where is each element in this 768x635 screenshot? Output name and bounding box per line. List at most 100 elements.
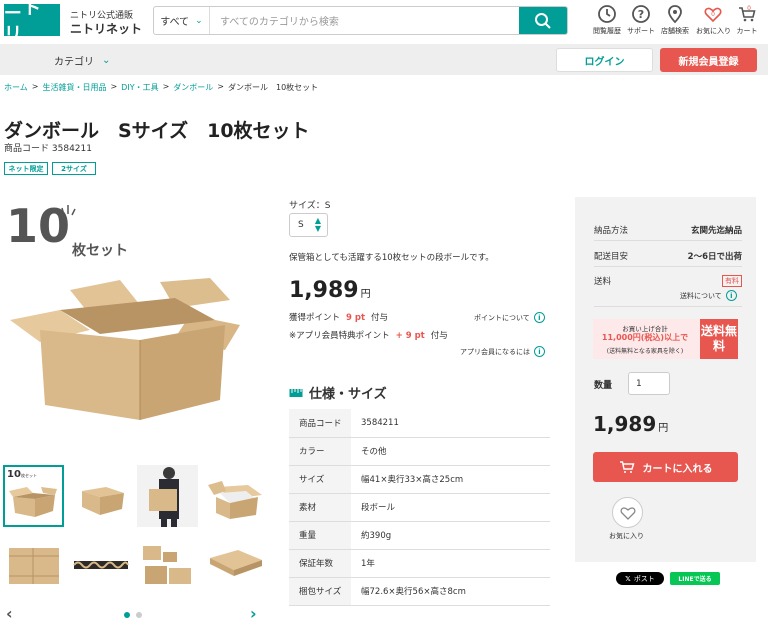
tag-sizes: 2サイズ [52,162,96,175]
thumbnail-prev-button[interactable]: ‹ [6,604,13,623]
size-select-value: S [298,220,304,230]
app-points-value: + 9 pt [395,331,425,341]
table-row: 梱包サイズ 幅72.6×奥行56×高さ8cm [289,577,550,606]
category-menu-button[interactable]: カテゴリ ⌄ [54,53,110,68]
favorites-label: お気に入り [696,27,731,35]
info-icon: i [533,312,545,323]
product-main-image[interactable] [0,270,270,430]
app-member-link[interactable]: アプリ会員になるには i [460,346,545,357]
thumbnail-8[interactable] [204,534,265,596]
line-share-button[interactable]: LINEで送る [670,572,720,585]
shipping-paid-badge: 有料 [722,275,742,287]
table-row: サイズ 幅41×奥行33×高さ25cm [289,465,550,494]
support-label: サポート [627,27,655,35]
thumbnail-3[interactable] [137,465,198,527]
page-title: ダンボール Sサイズ 10枚セット [4,120,310,142]
help-icon: ? [632,5,650,23]
spec-table: 商品コード 3584211 カラー その他 サイズ 幅41×奥行33×高さ25cm 素… [289,409,550,606]
history-label: 閲覧履歴 [593,27,621,35]
info-icon: i [725,290,737,301]
favorite-label: お気に入り [609,532,644,540]
thumbnail-2[interactable] [70,465,131,527]
size-select[interactable]: S ▲ ▼ [289,213,328,237]
size-label: サイズ：S [289,201,331,211]
heart-icon: 0 [704,7,722,23]
shipping-info-link[interactable]: 送料について i [680,290,737,301]
carousel-dot-active[interactable] [124,612,130,618]
specs-heading: 仕様・サイズ [289,383,387,402]
delivery-method-row: 納品方法 玄関先迄納品 [594,226,742,236]
search-bar: すべて ⌄ すべてのカテゴリから検索 [153,6,568,35]
store-label: 店舗検索 [661,27,689,35]
product-price: 1,989 円 [289,278,371,303]
thumbnail-7[interactable] [137,534,198,596]
delivery-time-row: 配送目安 2〜6日で出荷 [594,252,742,262]
breadcrumb-current: ダンボール 10枚セット [227,83,319,92]
sidebar-price: 1,989 円 [593,412,669,436]
breadcrumb-link[interactable]: 生活雑貨・日用品 [42,82,106,93]
ruler-icon [289,388,303,397]
x-logo-icon: 𝕏 [625,574,631,583]
brand-title[interactable]: ニトリネット [70,20,142,37]
table-row: 保証年数 1年 [289,549,550,578]
favorite-button[interactable] [612,497,643,528]
header-cart[interactable]: 0 カート [730,4,764,36]
nitori-logo[interactable]: ニトリ [4,0,60,45]
history-icon [598,5,616,23]
favorites-count-badge: 0 [711,11,715,18]
cart-icon: 0 [739,5,756,22]
x-post-button[interactable]: 𝕏 ポスト [616,572,664,585]
info-icon: i [534,346,545,357]
thumbnail-5[interactable] [3,534,64,596]
updown-arrow-icon: ▲ ▼ [314,216,321,233]
search-category-select[interactable]: すべて ⌄ [154,7,210,34]
chevron-down-icon: ⌄ [102,55,111,66]
register-button[interactable]: 新規会員登録 [660,48,757,72]
shipping-row: 送料 有料 [594,275,742,287]
search-category-label: すべて [160,17,190,28]
breadcrumb: ホーム > 生活雑貨・日用品 > DIY・工具 > ダンボール > ダンボール 10枚セ… [4,82,319,93]
carousel-dot[interactable] [136,612,142,618]
thumbnail-4[interactable] [204,465,265,527]
header-support[interactable]: ? サポート [624,4,658,36]
cart-count-badge: 0 [747,5,751,12]
free-shipping-badge: 送料無料 [700,319,738,359]
image-count-sub: 枚セット [72,243,128,259]
add-to-cart-button[interactable]: カートに入れる [593,452,738,482]
login-button[interactable]: ログイン [556,48,653,72]
breadcrumb-link[interactable]: ダンボール [173,82,213,93]
cart-icon [619,461,634,473]
header-history[interactable]: 閲覧履歴 [590,4,624,36]
product-description: 保管箱としても活躍する10枚セットの段ボールです。 [289,253,494,263]
quantity-input[interactable]: 1 [628,372,670,395]
site-header: ニトリ ニトリ公式通販 ニトリネット すべて ⌄ すべてのカテゴリから検索 閲覧… [0,0,768,45]
search-input[interactable]: すべてのカテゴリから検索 [210,7,519,34]
breadcrumb-link[interactable]: DIY・工具 [121,82,158,93]
thumbnail-next-button[interactable]: › [250,604,257,623]
app-points-row: ※アプリ会員特典ポイント + 9 pt 付与 [289,331,448,341]
category-label: カテゴリ [54,57,94,68]
store-pin-icon [668,5,682,24]
table-row: 素材 段ボール [289,493,550,522]
search-icon [535,12,551,29]
points-row: 獲得ポイント 9 pt 付与 [289,313,389,323]
header-store-search[interactable]: 店舗検索 [658,4,692,36]
product-code: 商品コード 3584211 [4,144,92,154]
points-info-link[interactable]: ポイントについて i [474,312,545,323]
sparkle-icon [61,205,76,216]
divider [594,240,742,241]
table-row: 重量 約390g [289,521,550,550]
search-button[interactable] [519,7,567,34]
divider [594,306,742,307]
tag-net-only: ネット限定 [4,162,48,175]
chevron-down-icon: ⌄ [195,15,203,26]
table-row: カラー その他 [289,437,550,466]
cart-label: カート [736,27,758,35]
thumbnail-6[interactable] [70,534,131,596]
thumbnail-1[interactable]: 10 枚セット [3,465,64,527]
table-row: 商品コード 3584211 [289,409,550,438]
quantity-label: 数量 [594,381,613,391]
header-favorites[interactable]: 0 お気に入り [696,4,731,36]
breadcrumb-link[interactable]: ホーム [4,82,28,93]
free-shipping-banner: お買い上げ合計 11,000円(税込)以上で (送料無料となる家具を除く) 送料… [593,319,738,359]
